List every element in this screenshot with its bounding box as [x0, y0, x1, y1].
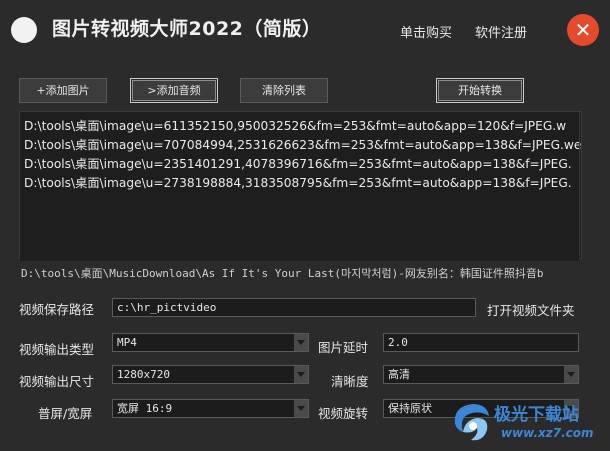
aspect-label: 普屏/宽屏	[38, 406, 93, 421]
close-button[interactable]: ✕	[567, 14, 599, 46]
chevron-down-icon[interactable]	[294, 400, 308, 417]
rotate-label: 视频旋转	[318, 406, 369, 421]
app-logo	[11, 17, 37, 43]
aspect-value: 宽屏 16:9	[117, 402, 173, 415]
clarity-label: 清晰度	[331, 374, 369, 389]
start-convert-button[interactable]: 开始转换	[436, 78, 524, 103]
list-vertical-divider	[579, 112, 580, 257]
chevron-down-icon[interactable]	[294, 366, 308, 383]
add-audio-button[interactable]: >添加音频	[130, 78, 218, 103]
add-image-button[interactable]: +添加图片	[19, 78, 107, 103]
save-path-label: 视频保存路径	[19, 302, 95, 317]
chevron-down-icon[interactable]	[294, 334, 308, 351]
delay-label: 图片延时	[318, 340, 369, 355]
output-size-select[interactable]: 1280x720	[112, 365, 309, 384]
image-file-list[interactable]: D:\tools\桌面\image\u=611352150,950032526&…	[19, 111, 582, 259]
list-item[interactable]: D:\tools\桌面\image\u=611352150,950032526&…	[24, 116, 566, 134]
watermark-brand: 极光下载站	[494, 405, 579, 425]
list-item[interactable]: D:\tools\桌面\image\u=2738198884,318350879…	[24, 173, 572, 191]
list-item[interactable]: D:\tools\桌面\image\u=707084994,2531626623…	[24, 135, 581, 153]
chevron-down-icon[interactable]	[564, 366, 578, 383]
buy-link[interactable]: 单击购买	[400, 22, 452, 41]
register-link[interactable]: 软件注册	[475, 22, 527, 41]
app-title: 图片转视频大师2022（简版）	[52, 18, 322, 40]
clarity-value: 高清	[388, 368, 410, 381]
clarity-select[interactable]: 高清	[383, 365, 579, 384]
close-icon: ✕	[574, 18, 592, 42]
list-item[interactable]: D:\tools\桌面\image\u=2351401291,407839671…	[24, 154, 572, 172]
rotate-value: 保持原状	[388, 402, 432, 415]
watermark-logo-icon	[454, 404, 489, 441]
list-horizontal-scrollbar[interactable]	[20, 257, 579, 261]
aspect-select[interactable]: 宽屏 16:9	[112, 399, 309, 418]
open-folder-link[interactable]: 打开视频文件夹	[487, 300, 575, 319]
site-watermark: 极光下载站 www.xz7.com	[449, 398, 599, 446]
watermark-url: www.xz7.com	[501, 426, 594, 440]
delay-input[interactable]: 2.0	[383, 333, 579, 352]
output-type-select[interactable]: MP4	[112, 333, 309, 352]
audio-path-text: D:\tools\桌面\MusicDownload\As If It's You…	[21, 267, 544, 280]
output-type-label: 视频输出类型	[19, 342, 95, 357]
output-type-value: MP4	[117, 336, 137, 349]
save-path-input[interactable]: c:\hr_pictvideo	[112, 298, 476, 317]
clear-list-button[interactable]: 清除列表	[240, 78, 328, 103]
output-size-label: 视频输出尺寸	[19, 374, 95, 389]
output-size-value: 1280x720	[117, 368, 170, 381]
